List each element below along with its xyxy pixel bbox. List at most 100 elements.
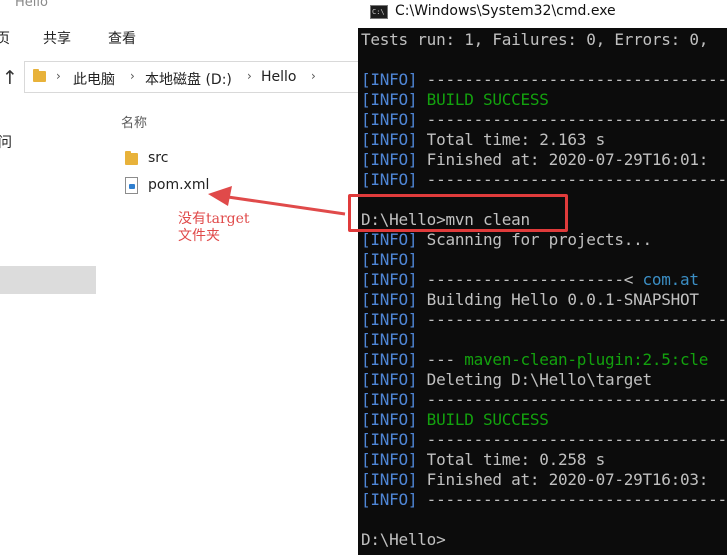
log-level: [INFO] (361, 310, 418, 329)
log-level: [INFO] (361, 290, 418, 309)
console-line: [INFO] ---------------------------------… (361, 390, 727, 410)
terminal-icon: C:\ (370, 5, 388, 19)
console-line: [INFO] ---------------------< com.at (361, 270, 727, 290)
window-title: C:\Windows\System32\cmd.exe (395, 3, 616, 19)
log-level: [INFO] (361, 250, 418, 269)
console-line: Tests run: 1, Failures: 0, Errors: 0, (361, 30, 727, 50)
file-name: pom.xml (148, 177, 210, 193)
console-line: [INFO] Total time: 0.258 s (361, 450, 727, 470)
console-line: [INFO] (361, 250, 727, 270)
console-line: [INFO] ---------------------------------… (361, 170, 727, 190)
explorer-title-bar: Hello (0, 0, 358, 12)
log-text: ------------------------------------ (426, 310, 727, 329)
log-level: [INFO] (361, 70, 418, 89)
navigation-pane: 问 (0, 100, 96, 555)
log-text: BUILD SUCCESS (417, 90, 549, 109)
log-text: Scanning for projects... (417, 230, 652, 249)
annotation-line: 没有target (178, 211, 250, 227)
console-line: [INFO] BUILD SUCCESS (361, 410, 727, 430)
annotation-text: 没有target 文件夹 (178, 211, 250, 245)
nav-item-fragment[interactable]: 问 (0, 132, 12, 152)
console-line: [INFO] Finished at: 2020-07-29T16:01: (361, 150, 727, 170)
log-text: Total time: 2.163 s (417, 130, 606, 149)
log-text: ------------------------------------ (426, 70, 727, 89)
log-text: Finished at: 2020-07-29T16:01: (417, 150, 709, 169)
file-explorer-window: Hello 页 共享 查看 ↑ › 此电脑 › 本地磁盘 (D:) › Hell… (0, 0, 358, 555)
file-name: src (148, 150, 169, 166)
log-level: [INFO] (361, 390, 418, 409)
log-text: BUILD SUCCESS (417, 410, 549, 429)
file-list: 名称 src pom.xml (103, 100, 358, 555)
chevron-right-icon[interactable]: › (247, 69, 252, 83)
chevron-right-icon[interactable]: › (311, 69, 316, 83)
tab-share[interactable]: 共享 (43, 28, 71, 48)
log-text: D:\Hello> (361, 530, 446, 549)
log-text: Deleting D:\Hello\target (417, 370, 652, 389)
console-line: D:\Hello> (361, 530, 727, 550)
console-line: [INFO] ---------------------------------… (361, 430, 727, 450)
cmd-window: C:\ C:\Windows\System32\cmd.exe Tests ru… (358, 0, 727, 555)
log-text: ------------------------------------ (426, 390, 727, 409)
log-level: [INFO] (361, 150, 418, 169)
log-level: [INFO] (361, 470, 418, 489)
up-arrow-icon[interactable]: ↑ (2, 67, 18, 89)
console-output[interactable]: Tests run: 1, Failures: 0, Errors: 0, [IN… (361, 30, 727, 550)
folder-icon (33, 69, 46, 82)
log-level: [INFO] (361, 270, 418, 289)
tab-page[interactable]: 页 (0, 28, 10, 48)
console-line: [INFO] Total time: 2.163 s (361, 130, 727, 150)
log-level: [INFO] (361, 90, 418, 109)
nav-item-selected[interactable] (0, 266, 96, 294)
tab-view[interactable]: 查看 (108, 28, 136, 48)
log-text: --- maven-clean-plugin:2.5:cle (417, 350, 709, 369)
console-line: [INFO] Deleting D:\Hello\target (361, 370, 727, 390)
chevron-right-icon[interactable]: › (130, 69, 135, 83)
log-level: [INFO] (361, 410, 418, 429)
log-level: [INFO] (361, 330, 418, 349)
log-level: [INFO] (361, 110, 418, 129)
log-text: ---------------------< com.at (417, 270, 699, 289)
breadcrumb-local-disk[interactable]: 本地磁盘 (D:) (145, 69, 232, 89)
list-item[interactable]: src (125, 148, 345, 172)
folder-icon (125, 151, 138, 165)
log-level: [INFO] (361, 130, 418, 149)
console-line: [INFO] Building Hello 0.0.1-SNAPSHOT (361, 290, 727, 310)
console-line: [INFO] ---------------------------------… (361, 70, 727, 90)
log-text: Tests run: 1, Failures: 0, Errors: 0, (361, 30, 709, 49)
console-line: [INFO] ---------------------------------… (361, 110, 727, 130)
log-text: ------------------------------------ (426, 170, 727, 189)
log-text: Total time: 0.258 s (417, 450, 606, 469)
log-level: [INFO] (361, 350, 418, 369)
highlight-box (348, 194, 568, 232)
console-line: [INFO] BUILD SUCCESS (361, 90, 727, 110)
log-level: [INFO] (361, 430, 418, 449)
console-line: [INFO] --- maven-clean-plugin:2.5:cle (361, 350, 727, 370)
ribbon: 页 共享 查看 (0, 22, 358, 54)
address-bar-row: ↑ › 此电脑 › 本地磁盘 (D:) › Hello › (0, 59, 358, 95)
log-level: [INFO] (361, 490, 418, 509)
address-bar[interactable]: › 此电脑 › 本地磁盘 (D:) › Hello › (24, 61, 358, 93)
console-line: [INFO] Finished at: 2020-07-29T16:03: (361, 470, 727, 490)
console-line: [INFO] Scanning for projects... (361, 230, 727, 250)
list-item[interactable]: pom.xml (125, 175, 345, 199)
cmd-title-bar: C:\ C:\Windows\System32\cmd.exe (358, 0, 727, 28)
breadcrumb-hello[interactable]: Hello (261, 69, 297, 85)
log-level: [INFO] (361, 370, 418, 389)
console-line: [INFO] ---------------------------------… (361, 310, 727, 330)
log-text: ------------------------------------ (426, 110, 727, 129)
console-line: [INFO] (361, 330, 727, 350)
chevron-right-icon[interactable]: › (56, 69, 61, 83)
xml-file-icon (125, 177, 138, 194)
column-header-name[interactable]: 名称 (121, 112, 147, 131)
log-text: Building Hello 0.0.1-SNAPSHOT (417, 290, 699, 309)
log-text: Finished at: 2020-07-29T16:03: (417, 470, 709, 489)
log-level: [INFO] (361, 230, 418, 249)
log-text: ------------------------------------ (426, 490, 727, 509)
breadcrumb-this-pc[interactable]: 此电脑 (73, 69, 115, 89)
log-level: [INFO] (361, 170, 418, 189)
console-line: [INFO] ---------------------------------… (361, 490, 727, 510)
log-text: ------------------------------------ (426, 430, 727, 449)
annotation-line: 文件夹 (178, 228, 220, 244)
